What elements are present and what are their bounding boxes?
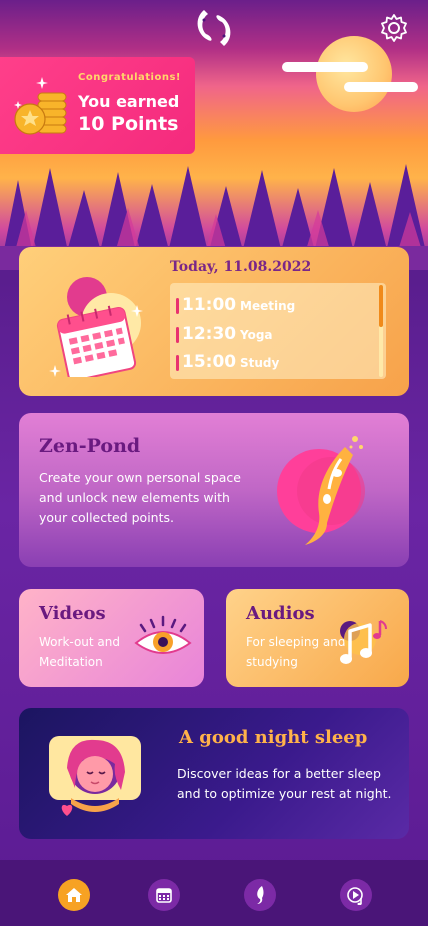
reward-line-2: 10 Points <box>78 113 179 135</box>
schedule-activity: Study <box>240 356 280 370</box>
videos-title: Videos <box>39 603 106 624</box>
koi-fish-icon <box>277 436 365 545</box>
calendar-icon <box>156 888 172 903</box>
schedule-time: 12:30 <box>182 324 237 344</box>
reward-congrats-label: Congratulations! <box>78 72 181 83</box>
schedule-marker <box>176 355 179 371</box>
schedule-scrollbar-thumb[interactable] <box>379 285 383 327</box>
schedule-time: 11:00 <box>182 295 237 315</box>
reward-points-text: You earned 10 Points <box>78 91 179 135</box>
sleep-description: Discover ideas for a better sleep and to… <box>177 766 392 801</box>
calendar-icon <box>49 277 143 377</box>
nav-zen-pond-button[interactable] <box>244 879 276 911</box>
audios-description: For sleeping and studying <box>246 635 346 669</box>
schedule-marker <box>176 298 179 314</box>
nav-media-button[interactable] <box>340 879 372 911</box>
schedule-activity: Yoga <box>240 328 273 342</box>
top-bar <box>0 0 428 56</box>
cloud-illustration <box>282 62 368 72</box>
bottom-navigation <box>0 860 428 926</box>
cloud-illustration <box>344 82 418 92</box>
good-night-sleep-card[interactable]: A good night sleep Discover ideas for a … <box>19 708 409 839</box>
music-note-icon <box>340 620 387 664</box>
sleeping-girl-icon <box>49 736 141 816</box>
today-date-title: Today, 11.08.2022 <box>170 259 312 275</box>
coin-stack-icon <box>14 77 67 135</box>
nav-calendar-button[interactable] <box>148 879 180 911</box>
today-schedule-card[interactable]: Today, 11.08.2022 11:00 Meeting 12:30 Yo… <box>19 247 409 396</box>
sleep-title: A good night sleep <box>179 727 368 748</box>
reward-line-1: You earned <box>78 92 180 111</box>
reward-banner[interactable]: Congratulations! You earned 10 Points <box>0 57 195 154</box>
gear-icon[interactable] <box>378 12 410 44</box>
audios-title: Audios <box>246 603 315 624</box>
videos-description: Work-out and Meditation <box>39 635 120 669</box>
zen-pond-description: Create your own personal space and unloc… <box>39 470 241 525</box>
schedule-marker <box>176 327 179 343</box>
media-icon <box>347 887 363 905</box>
audios-card[interactable]: Audios For sleeping and studying <box>226 589 409 687</box>
zen-pond-card[interactable]: Zen-Pond Create your own personal space … <box>19 413 409 567</box>
fish-icon <box>257 886 264 904</box>
schedule-scrollbar[interactable] <box>379 285 383 377</box>
koi-fish-logo-icon[interactable] <box>190 6 238 50</box>
videos-card[interactable]: Videos Work-out and Meditation <box>19 589 204 687</box>
nav-home-button[interactable] <box>58 879 90 911</box>
schedule-time: 15:00 <box>182 352 237 372</box>
zen-pond-title: Zen-Pond <box>39 435 141 457</box>
schedule-activity: Meeting <box>240 299 296 313</box>
eye-icon <box>134 615 192 654</box>
schedule-list[interactable]: 11:00 Meeting 12:30 Yoga 15:00 Study <box>170 283 386 379</box>
home-icon <box>66 888 82 902</box>
